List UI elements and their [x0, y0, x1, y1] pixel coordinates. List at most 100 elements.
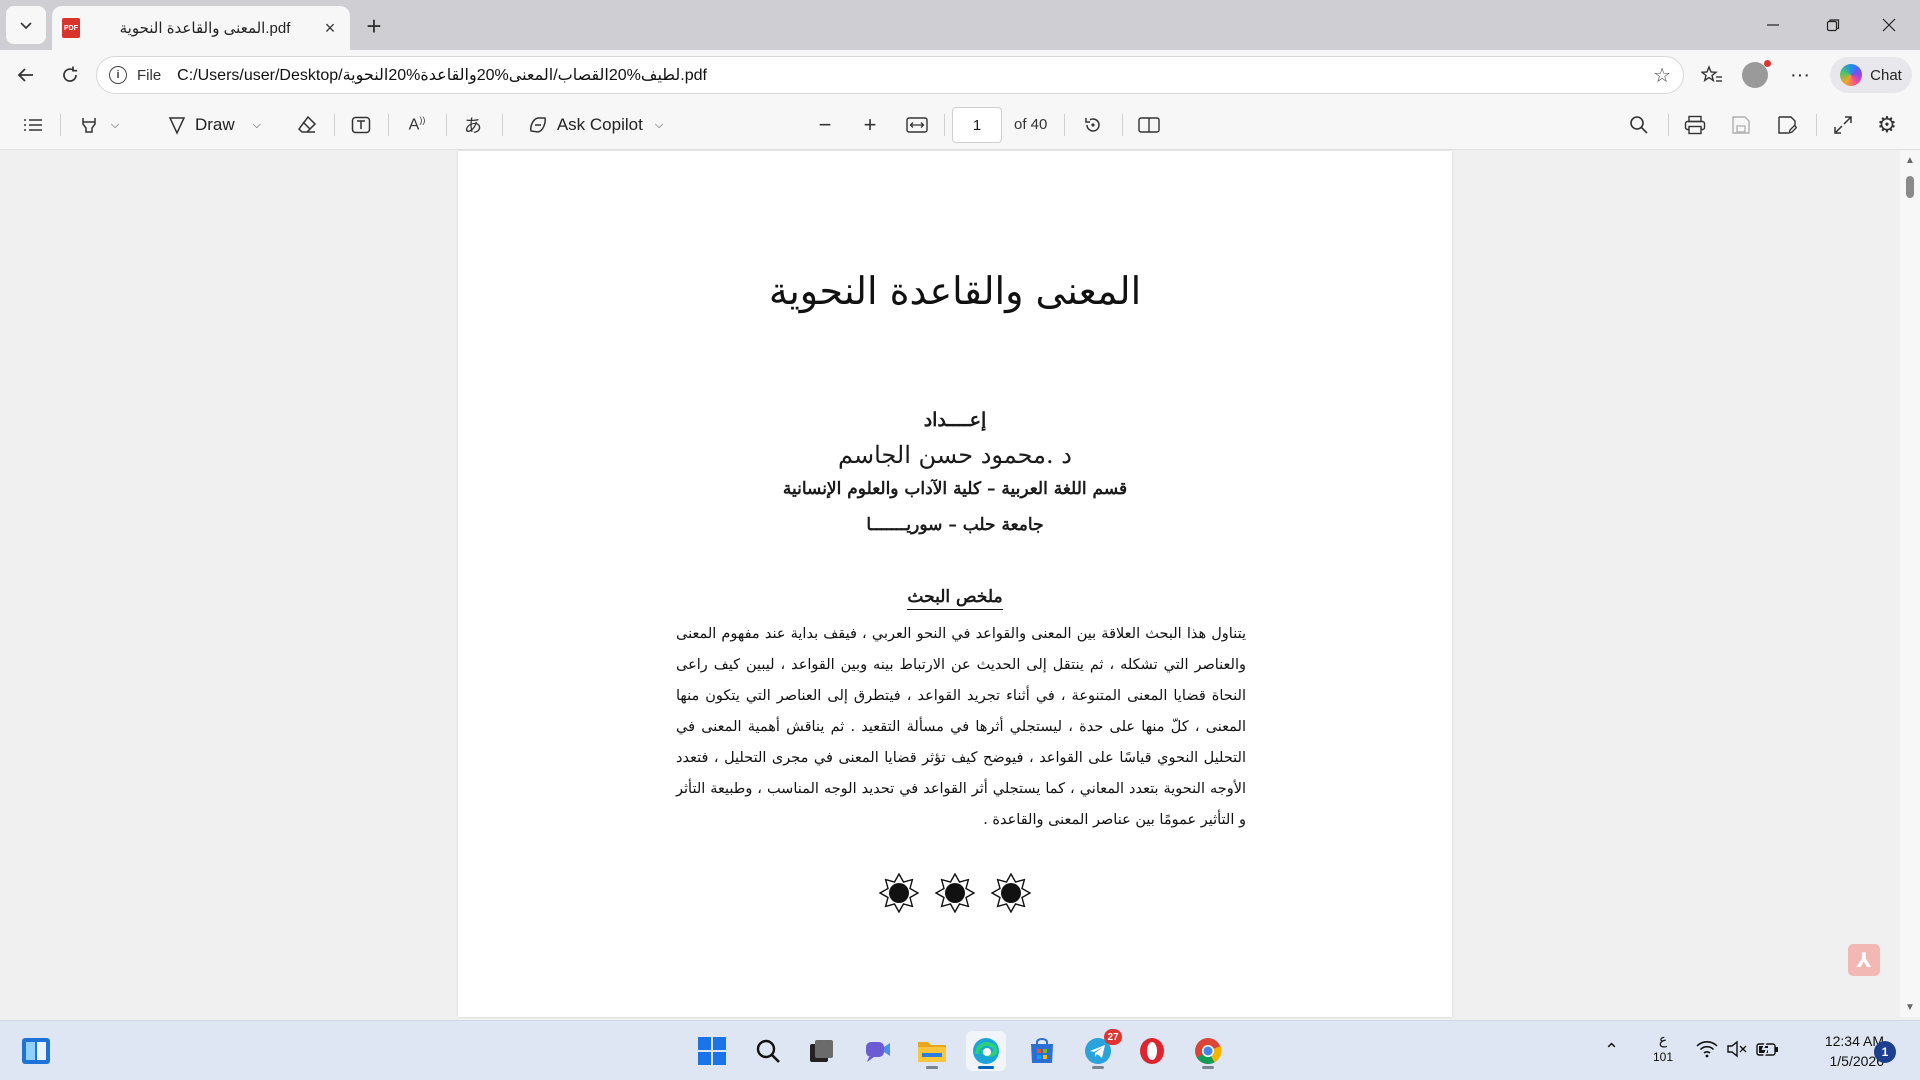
page-number-input[interactable]: 1 [952, 107, 1002, 143]
favorites-list-icon [1701, 65, 1722, 83]
telegram-unread-badge: 27 [1104, 1029, 1122, 1045]
vertical-scrollbar[interactable]: ▲ ▼ [1900, 151, 1920, 1017]
widgets-icon [22, 1038, 50, 1064]
battery-icon[interactable] [1756, 1040, 1780, 1061]
task-view-icon [810, 1040, 833, 1062]
telegram-button[interactable]: 27 [1078, 1029, 1122, 1071]
page-total: of 40 [1014, 116, 1048, 133]
add-text-button[interactable] [344, 108, 378, 142]
copilot-icon [1840, 64, 1863, 86]
fullscreen-button[interactable] [1826, 108, 1860, 142]
ornament-star-icon [879, 873, 919, 913]
document-title: المعنى والقاعدة النحوية [768, 269, 1142, 313]
profile-notification-dot [1764, 60, 1771, 67]
task-view-button[interactable] [802, 1031, 842, 1071]
widgets-button[interactable] [16, 1031, 56, 1071]
scroll-up-arrow-icon[interactable]: ▲ [1905, 155, 1915, 166]
find-button[interactable] [1622, 108, 1656, 142]
running-indicator [926, 1066, 938, 1069]
highlighter-icon [82, 118, 96, 133]
show-hidden-icons-chevron-icon[interactable]: ⌃ [1604, 1040, 1619, 1061]
restore-icon [1826, 19, 1840, 32]
minimize-button[interactable] [1750, 8, 1796, 42]
toolbar-divider [446, 114, 447, 136]
search-icon [756, 1039, 780, 1063]
close-window-button[interactable] [1866, 8, 1912, 42]
url-text[interactable]: C:/Users/user/Desktop/لطيف%20القصاب/المع… [177, 65, 1653, 85]
search-button[interactable] [748, 1031, 788, 1071]
edge-icon [973, 1038, 999, 1064]
more-menu-button[interactable]: ··· [1782, 57, 1818, 93]
abstract-body: يتناول هذا البحث العلاقة بين المعنى والق… [676, 626, 1247, 828]
ornament-divider [458, 873, 1452, 913]
opera-button[interactable] [1132, 1031, 1172, 1071]
read-aloud-button[interactable]: A)) [400, 108, 434, 142]
favorite-star-icon[interactable]: ☆ [1653, 63, 1671, 88]
save-as-button[interactable] [1770, 108, 1804, 142]
new-tab-button[interactable]: + [358, 11, 390, 41]
edge-browser-button[interactable] [966, 1031, 1006, 1071]
plus-icon: + [863, 112, 877, 137]
close-icon [1882, 18, 1896, 32]
taskbar: 27 [0, 1020, 1920, 1080]
highlight-button[interactable]: ⌵ [70, 108, 128, 142]
contents-button[interactable] [16, 108, 50, 142]
restore-button[interactable] [1810, 8, 1856, 42]
zoom-in-button[interactable]: + [853, 108, 887, 142]
author-name: د .محمود حسن الجاسم [838, 441, 1072, 469]
meet-app-button[interactable] [858, 1031, 898, 1071]
tab-strip: PDF المعنى والقاعدة النحوية.pdf × + [0, 0, 1920, 50]
read-aloud-icon: A)) [408, 115, 426, 134]
page-view-button[interactable] [1132, 108, 1166, 142]
browser-tab[interactable]: PDF المعنى والقاعدة النحوية.pdf × [52, 6, 350, 50]
clock-time: 12:34 AM [1824, 1033, 1884, 1049]
fit-to-width-button[interactable] [900, 108, 934, 142]
rotate-button[interactable] [1076, 108, 1110, 142]
ornament-star-icon [991, 873, 1031, 913]
system-clock[interactable]: 12:34 AM 1/5/2026 [1788, 1031, 1884, 1071]
windows-logo-icon [698, 1037, 726, 1065]
draw-button[interactable]: Draw ⌵ [156, 108, 272, 142]
favorites-button[interactable] [1694, 57, 1730, 93]
more-dots-icon: ··· [1790, 63, 1810, 86]
erase-button[interactable] [290, 108, 324, 142]
language-sub: 101 [1652, 1050, 1674, 1064]
store-icon [1031, 1038, 1053, 1063]
notification-badge[interactable]: 1 [1874, 1041, 1896, 1063]
store-button[interactable] [1022, 1031, 1062, 1071]
copilot-chat-button[interactable]: Chat [1830, 57, 1912, 93]
camera-chat-icon [866, 1042, 890, 1062]
scrollbar-thumb[interactable] [1906, 176, 1914, 198]
back-button[interactable] [8, 57, 44, 93]
opera-icon [1140, 1038, 1164, 1064]
save-icon [1732, 116, 1750, 134]
expand-icon [1834, 116, 1852, 134]
scroll-down-arrow-icon[interactable]: ▼ [1905, 1002, 1915, 1013]
ask-copilot-button[interactable]: Ask Copilot ⌵ [518, 108, 672, 142]
acrobat-icon[interactable]: ⅄ [1848, 944, 1880, 976]
refresh-button[interactable] [52, 57, 88, 93]
chrome-button[interactable] [1188, 1031, 1228, 1071]
toolbar-divider [1668, 114, 1669, 136]
print-button[interactable] [1678, 108, 1712, 142]
language-indicator[interactable]: ع 101 [1650, 1030, 1676, 1066]
address-bar[interactable]: i File C:/Users/user/Desktop/لطيف%20القص… [96, 56, 1684, 94]
address-scheme: File [137, 66, 162, 84]
tab-search-button[interactable] [6, 6, 46, 44]
start-button[interactable] [692, 1031, 732, 1071]
file-explorer-button[interactable] [912, 1031, 952, 1071]
language-glyph: ع [1658, 1031, 1668, 1047]
settings-button[interactable]: ⚙ [1870, 108, 1904, 142]
active-indicator [978, 1066, 994, 1069]
folder-icon [918, 1042, 946, 1062]
info-icon[interactable]: i [109, 66, 127, 84]
wifi-icon[interactable] [1696, 1040, 1718, 1061]
volume-muted-icon[interactable] [1726, 1040, 1748, 1061]
tab-close-icon[interactable]: × [320, 18, 340, 38]
toolbar-divider [1064, 114, 1065, 136]
ornament-star-icon [935, 873, 975, 913]
zoom-out-button[interactable]: − [808, 108, 842, 142]
translate-button[interactable]: あ [456, 108, 490, 142]
prepared-by-label: إعــــداد [923, 409, 987, 431]
save-button[interactable] [1724, 108, 1758, 142]
